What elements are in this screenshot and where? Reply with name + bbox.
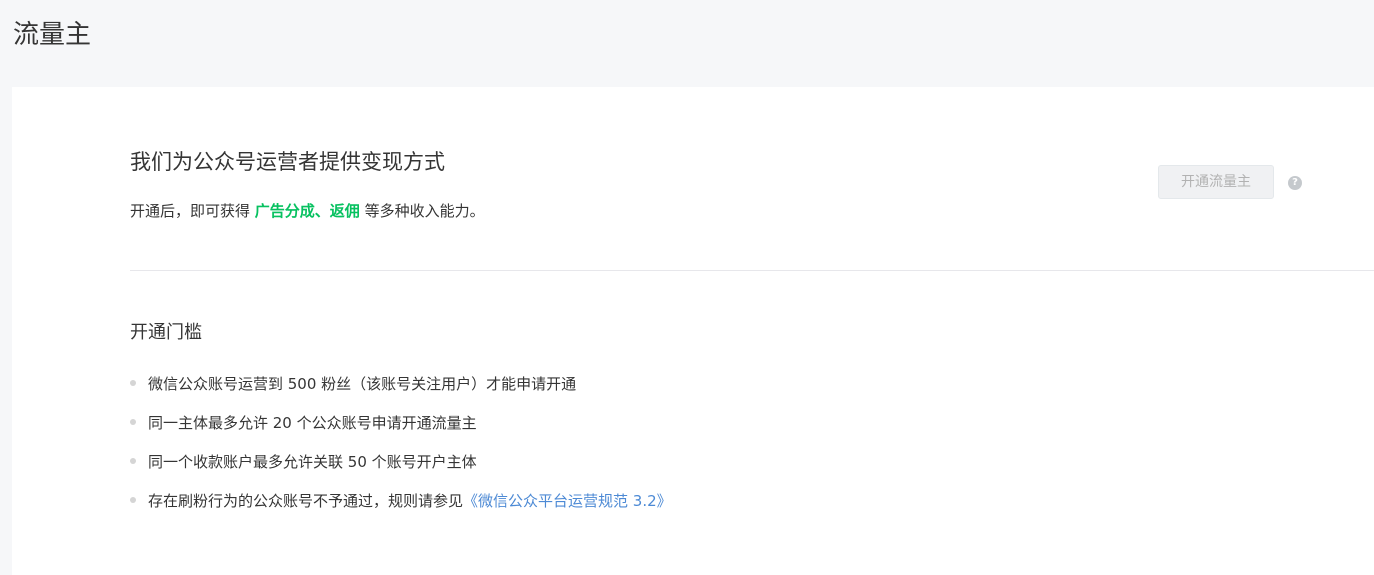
requirement-text: 同一主体最多允许 20 个公众账号申请开通流量主 (148, 414, 477, 432)
bullet-dot-icon (130, 380, 136, 386)
operation-rules-link[interactable]: 《微信公众平台运营规范 3.2》 (463, 492, 672, 510)
open-traffic-master-button[interactable]: 开通流量主 (1158, 165, 1274, 199)
intro-description: 开通后，即可获得 广告分成、返佣 等多种收入能力。 (130, 199, 485, 223)
divider (130, 270, 1374, 271)
requirement-item: 存在刷粉行为的公众账号不予通过，规则请参见《微信公众平台运营规范 3.2》 (130, 489, 672, 528)
question-circle-icon[interactable]: ? (1288, 176, 1302, 190)
requirement-item: 同一个收款账户最多允许关联 50 个账号开户主体 (130, 450, 672, 489)
intro-title: 我们为公众号运营者提供变现方式 (130, 150, 445, 174)
requirement-text: 存在刷粉行为的公众账号不予通过，规则请参见 (148, 492, 464, 510)
requirements-list: 微信公众账号运营到 500 粉丝（该账号关注用户）才能申请开通 同一主体最多允许… (130, 372, 672, 528)
page-title: 流量主 (13, 20, 92, 50)
requirement-item: 微信公众账号运营到 500 粉丝（该账号关注用户）才能申请开通 (130, 372, 672, 411)
requirement-text: 微信公众账号运营到 500 粉丝（该账号关注用户）才能申请开通 (148, 375, 577, 393)
bullet-dot-icon (130, 497, 136, 503)
requirements-title: 开通门槛 (130, 322, 202, 343)
intro-desc-prefix: 开通后，即可获得 (130, 202, 255, 220)
requirement-item: 同一主体最多允许 20 个公众账号申请开通流量主 (130, 411, 672, 450)
intro-desc-highlight: 广告分成、返佣 (254, 202, 360, 220)
bullet-dot-icon (130, 419, 136, 425)
intro-desc-suffix: 等多种收入能力。 (359, 202, 485, 220)
bullet-dot-icon (130, 458, 136, 464)
content-card: 我们为公众号运营者提供变现方式 开通后，即可获得 广告分成、返佣 等多种收入能力… (12, 87, 1374, 575)
requirement-text: 同一个收款账户最多允许关联 50 个账号开户主体 (148, 453, 477, 471)
